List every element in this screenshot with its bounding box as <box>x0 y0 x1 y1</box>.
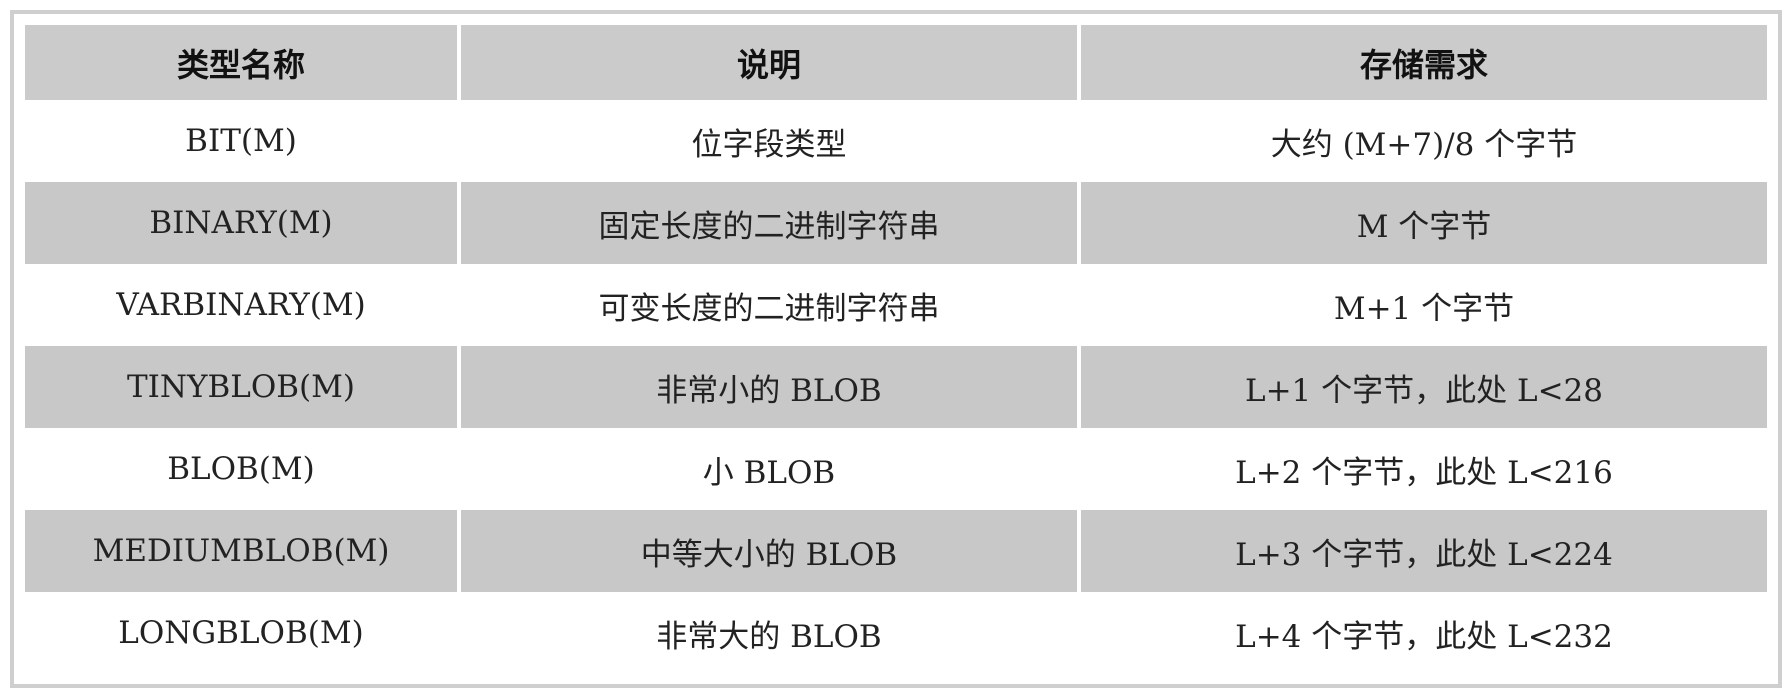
table-row: VARBINARY(M) 可变长度的二进制字符串 M+1 个字节 <box>25 264 1767 346</box>
cell-description: 固定长度的二进制字符串 <box>457 182 1081 264</box>
table-row: TINYBLOB(M) 非常小的 BLOB L+1 个字节，此处 L<28 <box>25 346 1767 428</box>
table-row: BIT(M) 位字段类型 大约 (M+7)/8 个字节 <box>25 100 1767 182</box>
cell-type-name: BINARY(M) <box>25 182 461 264</box>
table-frame: 类型名称 说明 存储需求 BIT(M) 位字段类型 大约 (M+7)/8 个字节… <box>10 10 1782 688</box>
cell-description: 位字段类型 <box>457 100 1081 182</box>
header-storage: 存储需求 <box>1077 25 1767 100</box>
cell-storage: M+1 个字节 <box>1077 264 1767 346</box>
cell-storage: M 个字节 <box>1077 182 1767 264</box>
header-description: 说明 <box>457 25 1081 100</box>
cell-description: 非常小的 BLOB <box>457 346 1081 428</box>
cell-description: 可变长度的二进制字符串 <box>457 264 1081 346</box>
cell-description: 非常大的 BLOB <box>457 592 1081 674</box>
cell-storage: L+4 个字节，此处 L<232 <box>1077 592 1767 674</box>
table-row: MEDIUMBLOB(M) 中等大小的 BLOB L+3 个字节，此处 L<22… <box>25 510 1767 592</box>
cell-description: 中等大小的 BLOB <box>457 510 1081 592</box>
table-row: BINARY(M) 固定长度的二进制字符串 M 个字节 <box>25 182 1767 264</box>
cell-type-name: TINYBLOB(M) <box>25 346 461 428</box>
table-row: BLOB(M) 小 BLOB L+2 个字节，此处 L<216 <box>25 428 1767 510</box>
cell-description: 小 BLOB <box>457 428 1081 510</box>
table-row: LONGBLOB(M) 非常大的 BLOB L+4 个字节，此处 L<232 <box>25 592 1767 674</box>
cell-storage: 大约 (M+7)/8 个字节 <box>1077 100 1767 182</box>
table-container: 类型名称 说明 存储需求 BIT(M) 位字段类型 大约 (M+7)/8 个字节… <box>25 25 1767 674</box>
blob-types-table: 类型名称 说明 存储需求 BIT(M) 位字段类型 大约 (M+7)/8 个字节… <box>25 25 1767 674</box>
cell-type-name: LONGBLOB(M) <box>25 592 461 674</box>
table-header-row: 类型名称 说明 存储需求 <box>25 25 1767 100</box>
header-type-name: 类型名称 <box>25 25 461 100</box>
cell-type-name: BLOB(M) <box>25 428 461 510</box>
cell-storage: L+2 个字节，此处 L<216 <box>1077 428 1767 510</box>
cell-type-name: VARBINARY(M) <box>25 264 461 346</box>
cell-type-name: BIT(M) <box>25 100 461 182</box>
cell-storage: L+1 个字节，此处 L<28 <box>1077 346 1767 428</box>
cell-type-name: MEDIUMBLOB(M) <box>25 510 461 592</box>
cell-storage: L+3 个字节，此处 L<224 <box>1077 510 1767 592</box>
